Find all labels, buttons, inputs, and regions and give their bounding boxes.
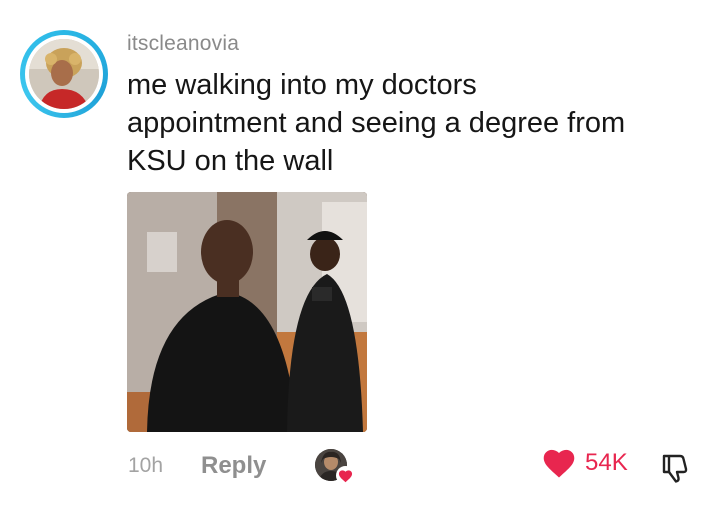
like-count: 54K	[585, 449, 628, 476]
comment-text-line: me walking into my doctors	[127, 69, 477, 101]
comment-text-line: KSU on the wall	[127, 145, 334, 177]
comment-username[interactable]: itscleanovia	[127, 32, 239, 56]
like-button[interactable]: 54K	[541, 447, 628, 479]
reply-button[interactable]: Reply	[201, 452, 266, 480]
comment-timestamp: 10h	[128, 454, 164, 477]
heart-icon[interactable]	[541, 447, 577, 479]
creator-liked-badge-icon	[315, 449, 355, 485]
thumbs-down-icon[interactable]	[656, 450, 692, 486]
comment-video-thumbnail[interactable]	[127, 192, 367, 432]
profile-avatar[interactable]	[20, 30, 108, 118]
comment-text-line: appointment and seeing a degree from	[127, 107, 626, 139]
avatar-ring-gap	[25, 35, 103, 113]
dislike-button[interactable]	[656, 450, 692, 486]
comment-text: me walking into my doctors appointment a…	[127, 66, 707, 180]
mini-heart-icon	[336, 466, 355, 485]
avatar-image	[29, 39, 99, 109]
